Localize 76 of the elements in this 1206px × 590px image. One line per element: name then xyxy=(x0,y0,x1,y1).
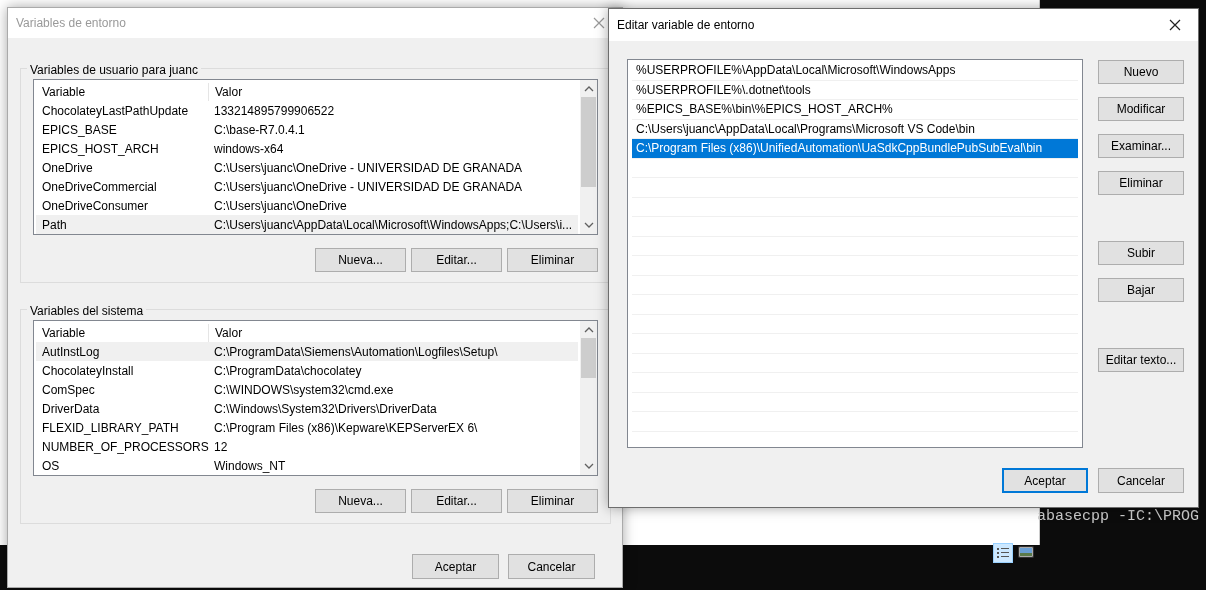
scroll-thumb[interactable] xyxy=(581,338,596,378)
table-cell-text: C:\Users\juanc\OneDrive - UNIVERSIDAD DE GRANADA xyxy=(213,178,524,196)
table-cell-text: ComSpec xyxy=(41,381,96,399)
table-cell-text: OneDriveConsumer xyxy=(41,197,150,215)
table-row[interactable]: EPICS_BASE C:\base-R7.0.4.1 xyxy=(36,120,578,139)
table-cell-text: NUMBER_OF_PROCESSORS xyxy=(41,438,208,456)
table-row[interactable]: OneDriveCommercial C:\Users\juanc\OneDrive - UNIVERSIDAD DE GRANADA xyxy=(36,177,578,196)
table-cell-text: EPICS_BASE xyxy=(41,121,118,139)
button[interactable]: Subir xyxy=(1098,241,1184,265)
table-cell-text: C:\WINDOWS\system32\cmd.exe xyxy=(213,381,395,399)
button[interactable]: Nuevo xyxy=(1098,60,1184,84)
table-cell-text: EPICS_HOST_ARCH xyxy=(41,140,160,158)
button[interactable]: Examinar... xyxy=(1098,134,1184,158)
table-row[interactable]: FLEXID_LIBRARY_PATH C:\Program Files (x86)\Kepware\KEPServerEX 6\ xyxy=(36,418,578,437)
button[interactable]: Aceptar xyxy=(412,554,499,579)
column-header[interactable]: Valor xyxy=(208,82,578,101)
button[interactable]: Eliminar xyxy=(1098,171,1184,195)
table-cell-text: AutInstLog xyxy=(41,343,101,361)
button[interactable]: Editar texto... xyxy=(1098,348,1184,372)
button[interactable]: Editar... xyxy=(411,248,502,272)
table-row[interactable]: DriverData C:\Windows\System32\Drivers\DriverData xyxy=(36,399,578,418)
table-cell-text: OS xyxy=(41,457,61,475)
table-cell-text: C:\ProgramData\Siemens\Automation\Logfiles\Setup\ xyxy=(213,343,499,361)
button[interactable]: Nueva... xyxy=(315,248,406,272)
close-icon[interactable] xyxy=(1169,19,1181,31)
button[interactable]: Aceptar xyxy=(1002,468,1088,493)
table-cell-text: Path xyxy=(41,216,68,234)
table-cell-text: DriverData xyxy=(41,400,101,418)
image-view-icon[interactable] xyxy=(1017,543,1035,561)
list-item[interactable]: %USERPROFILE%\AppData\Local\Microsoft\WindowsApps xyxy=(632,61,1078,81)
column-header[interactable]: Variable xyxy=(36,82,208,101)
button[interactable]: Editar... xyxy=(411,489,502,513)
table-row[interactable]: AutInstLog C:\ProgramData\Siemens\Automation\Logfiles\Setup\ xyxy=(36,342,578,361)
table-cell-text: OneDrive xyxy=(41,159,94,177)
table-cell-text: FLEXID_LIBRARY_PATH xyxy=(41,419,180,437)
column-header[interactable]: Valor xyxy=(208,323,578,342)
table-row[interactable]: OneDriveConsumer C:\Users\juanc\OneDrive xyxy=(36,196,578,215)
table-cell-text: Windows_NT xyxy=(213,457,287,475)
list-item[interactable]: %USERPROFILE%\.dotnet\tools xyxy=(632,80,1078,100)
table-cell-text: 133214895799906522 xyxy=(213,102,336,120)
table-cell-text: C:\Windows\System32\Drivers\DriverData xyxy=(213,400,438,418)
details-view-icon[interactable] xyxy=(993,543,1013,563)
table-row[interactable]: EPICS_HOST_ARCH windows-x64 xyxy=(36,139,578,158)
table-cell-text: C:\base-R7.0.4.1 xyxy=(213,121,306,139)
scroll-thumb[interactable] xyxy=(581,97,596,187)
table-cell-text: ChocolateyLastPathUpdate xyxy=(41,102,190,120)
window-title: Variables de entorno xyxy=(16,15,126,32)
button[interactable]: Modificar xyxy=(1098,97,1184,121)
table-cell-text: OneDriveCommercial xyxy=(41,178,158,196)
table-row[interactable]: OneDrive C:\Users\juanc\OneDrive - UNIVERSIDAD DE GRANADA xyxy=(36,158,578,177)
table-cell-text: C:\Users\juanc\AppData\Local\Microsoft\WindowsApps;C:\Users\i... xyxy=(213,216,574,234)
list-item[interactable]: C:\Program Files (x86)\UnifiedAutomation\UaSdkCppBundlePubSubEval\bin xyxy=(632,139,1078,159)
table-row[interactable]: Path C:\Users\juanc\AppData\Local\Microsoft\WindowsApps;C:\Users\i... xyxy=(36,215,578,234)
table-cell-text: C:\Users\juanc\OneDrive - UNIVERSIDAD DE GRANADA xyxy=(213,159,524,177)
button[interactable]: Bajar xyxy=(1098,278,1184,302)
table-row[interactable]: ChocolateyLastPathUpdate 133214895799906522 xyxy=(36,101,578,120)
column-header[interactable]: Variable xyxy=(36,323,208,342)
table-row[interactable]: ChocolateyInstall C:\ProgramData\chocolatey xyxy=(36,361,578,380)
scrollbar[interactable] xyxy=(580,321,597,475)
table-cell-text: C:\Users\juanc\OneDrive xyxy=(213,197,348,215)
button[interactable]: Cancelar xyxy=(508,554,595,579)
table-cell-text: C:\ProgramData\chocolatey xyxy=(213,362,363,380)
table-row[interactable]: NUMBER_OF_PROCESSORS 12 xyxy=(36,437,578,456)
list-item[interactable]: %EPICS_BASE%\bin\%EPICS_HOST_ARCH% xyxy=(632,100,1078,120)
table-cell-text: 12 xyxy=(213,438,229,456)
button[interactable]: Eliminar xyxy=(507,248,598,272)
table-cell-text: windows-x64 xyxy=(213,140,285,158)
window-title: Editar variable de entorno xyxy=(617,17,755,34)
table-row[interactable]: OS Windows_NT xyxy=(36,456,578,475)
table-cell-text: ChocolateyInstall xyxy=(41,362,135,380)
button[interactable]: Cancelar xyxy=(1098,468,1184,493)
button[interactable]: Nueva... xyxy=(315,489,406,513)
button[interactable]: Eliminar xyxy=(507,489,598,513)
scrollbar[interactable] xyxy=(580,80,597,234)
table-cell-text: C:\Program Files (x86)\Kepware\KEPServerEX 6\ xyxy=(213,419,479,437)
table-row[interactable]: ComSpec C:\WINDOWS\system32\cmd.exe xyxy=(36,380,578,399)
